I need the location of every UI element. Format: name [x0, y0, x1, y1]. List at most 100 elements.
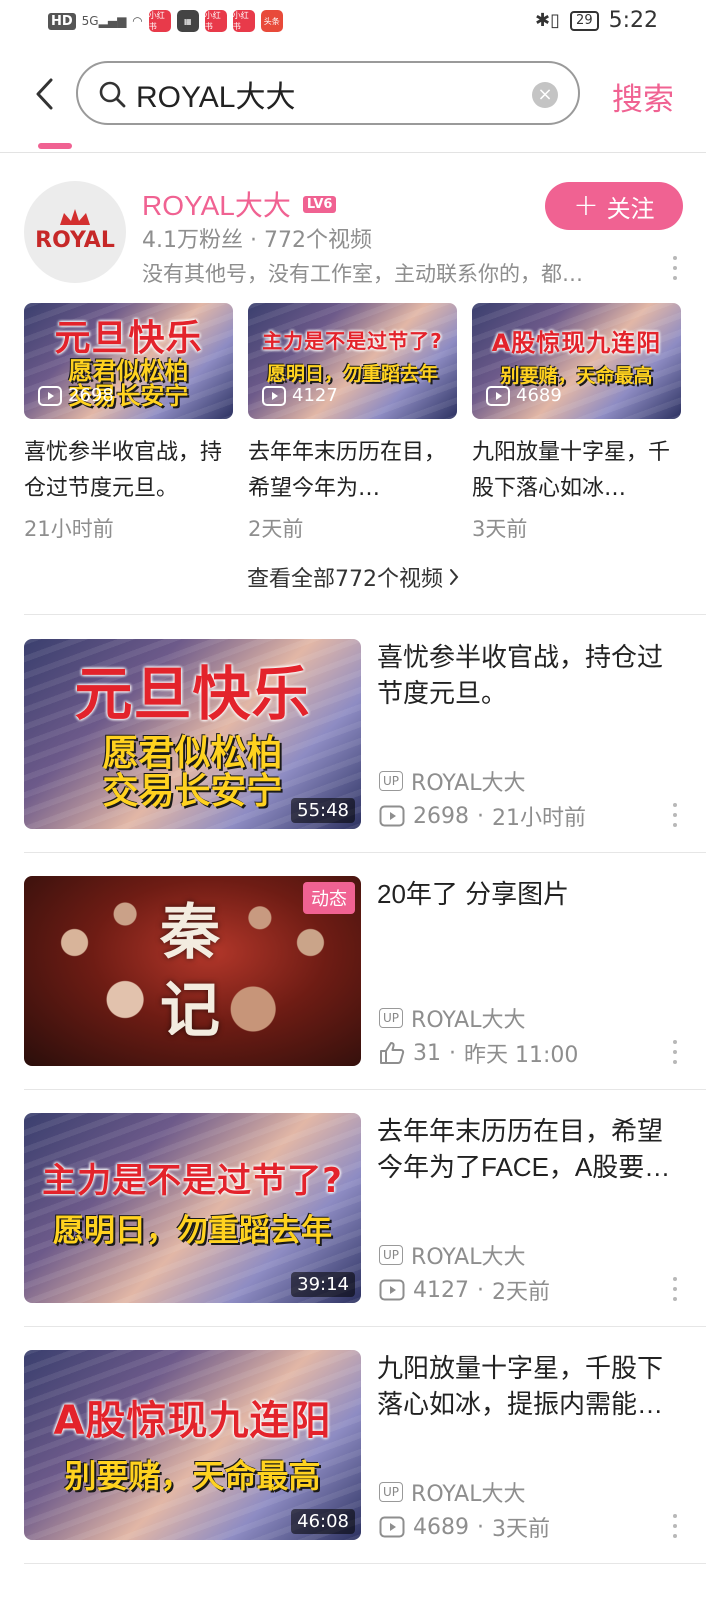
- strip-video-time: 3天前: [472, 517, 528, 541]
- plus-icon: +: [573, 188, 599, 223]
- play-icon: [262, 385, 286, 406]
- uploader-name: ROYAL大大: [411, 771, 526, 796]
- up-tag-icon: UP: [379, 1482, 404, 1502]
- play-count-value: 4127: [413, 1277, 469, 1303]
- hd-indicator: HD: [48, 12, 76, 30]
- divider: [24, 1089, 706, 1090]
- user-more-icon[interactable]: [671, 256, 679, 280]
- up-tag-icon: UP: [379, 1245, 404, 1265]
- video-thumbnail: 主力是不是过节了? 愿明日，勿重蹈去年 4127: [248, 303, 457, 419]
- status-bar-right: ✱▯ 29 5:22: [535, 8, 658, 33]
- publish-time: 21小时前: [492, 806, 586, 831]
- user-name-row: ROYAL大大 LV6: [142, 184, 337, 224]
- search-input[interactable]: [136, 75, 516, 113]
- publish-time: 2天前: [492, 1280, 550, 1305]
- search-button[interactable]: 搜索: [612, 74, 674, 119]
- notification-app-icon: 头条: [260, 10, 283, 32]
- notification-app-icon: ▦: [176, 10, 199, 32]
- feed-video-item[interactable]: 主力是不是过节了? 愿明日，勿重蹈去年 39:14 去年年末历历在目，希望今年为…: [24, 1113, 706, 1306]
- network-type: 5G: [81, 14, 99, 28]
- user-avatar[interactable]: ROYAL: [24, 181, 126, 283]
- status-bar-left: HD 5G▂▄▆ ◠ 小红书 ▦ 小红书 小红书 头条: [48, 10, 283, 32]
- user-name[interactable]: ROYAL大大: [142, 184, 291, 224]
- video-thumbnail: 元旦快乐 愿君似松柏 交易长安宁 2698: [24, 303, 233, 419]
- post-image: 秦记 动态: [24, 876, 361, 1066]
- uploader-name: ROYAL大大: [411, 1008, 526, 1033]
- strip-video-title: 去年年末历历在目，希望今年为…: [248, 440, 447, 501]
- follow-label: 关注: [606, 194, 655, 223]
- up-tag-icon: UP: [379, 1008, 404, 1028]
- up-tag-icon: UP: [379, 771, 404, 791]
- feed-item-uploader[interactable]: UP ROYAL大大: [379, 765, 525, 797]
- like-count: 31: [413, 1040, 441, 1066]
- royal-logo-icon: ROYAL: [35, 209, 115, 253]
- video-thumbnail: A股惊现九连阳 别要赌，天命最高 4689: [472, 303, 681, 419]
- divider: [24, 614, 706, 615]
- thumbnail-headline: A股惊现九连阳: [491, 329, 662, 357]
- feed-item-title: 20年了 分享图片: [377, 879, 570, 909]
- signal-icon: 5G▂▄▆: [81, 14, 127, 28]
- play-icon: [486, 385, 510, 406]
- play-count-value: 4689: [413, 1514, 469, 1540]
- more-options-icon[interactable]: [671, 1277, 679, 1301]
- play-icon: [38, 385, 62, 406]
- dynamic-tag: 动态: [303, 882, 355, 914]
- bluetooth-icon: ✱▯: [535, 10, 561, 31]
- play-count: 2698: [38, 385, 114, 406]
- active-tab-indicator: [38, 143, 72, 149]
- back-button[interactable]: [28, 74, 60, 114]
- thumbs-up-icon: [380, 1042, 405, 1064]
- feed-video-item[interactable]: A股惊现九连阳 别要赌，天命最高 46:08 九阳放量十字星，千股下落心如冰，提…: [24, 1350, 706, 1542]
- clear-search-icon[interactable]: ×: [532, 82, 558, 108]
- strip-video-time: 2天前: [248, 517, 304, 541]
- user-description: 没有其他号，没有工作室，主动联系你的，都…: [142, 262, 583, 286]
- play-count-value: 4127: [292, 385, 338, 406]
- divider: [24, 1563, 706, 1564]
- video-duration: 55:48: [291, 798, 355, 823]
- strip-video-title: 九阳放量十字星，千股下落心如冰…: [472, 440, 671, 501]
- play-count-value: 4689: [516, 385, 562, 406]
- feed-item-meta: 4127 · 2天前: [379, 1274, 550, 1306]
- video-thumbnail: 主力是不是过节了? 愿明日，勿重蹈去年 39:14: [24, 1113, 361, 1303]
- feed-item-meta: 2698 · 21小时前: [379, 800, 586, 832]
- feed-item-uploader[interactable]: UP ROYAL大大: [379, 1002, 525, 1034]
- feed-item-meta: 31 · 昨天 11:00: [379, 1037, 578, 1069]
- view-all-label: 查看全部772个视频: [247, 567, 443, 592]
- feed-item-uploader[interactable]: UP ROYAL大大: [379, 1476, 525, 1508]
- feed-item-title: 去年年末历历在目，希望今年为了FACE，A股要…: [377, 1116, 671, 1182]
- chevron-right-icon: [450, 569, 459, 585]
- more-options-icon[interactable]: [671, 1514, 679, 1538]
- strip-video-item[interactable]: A股惊现九连阳 别要赌，天命最高 4689 九阳放量十字星，千股下落心如冰… 3…: [472, 303, 681, 541]
- view-all-videos-link[interactable]: 查看全部772个视频: [0, 561, 706, 593]
- wifi-icon: ◠: [132, 14, 143, 28]
- more-options-icon[interactable]: [671, 1040, 679, 1064]
- thumbnail-headline: 主力是不是过节了?: [262, 329, 443, 353]
- play-count-value: 2698: [68, 385, 114, 406]
- thumbnail-subline: 愿明日，勿重蹈去年: [53, 1213, 332, 1249]
- publish-time: 3天前: [492, 1517, 550, 1542]
- level-badge: LV6: [302, 195, 337, 213]
- strip-video-time: 21小时前: [24, 517, 114, 541]
- uploader-name: ROYAL大大: [411, 1482, 526, 1507]
- play-count-icon: [379, 1516, 405, 1538]
- feed-item-uploader[interactable]: UP ROYAL大大: [379, 1239, 525, 1271]
- notification-app-icon: 小红书: [148, 10, 171, 32]
- divider: [24, 1326, 706, 1327]
- search-box[interactable]: ×: [76, 61, 580, 125]
- video-duration: 39:14: [291, 1272, 355, 1297]
- publish-time: 昨天 11:00: [464, 1043, 579, 1068]
- play-count-value: 2698: [413, 803, 469, 829]
- feed-dynamic-item[interactable]: 秦记 动态 20年了 分享图片 UP ROYAL大大 31 · 昨天 11:00: [24, 876, 706, 1069]
- strip-video-item[interactable]: 主力是不是过节了? 愿明日，勿重蹈去年 4127 去年年末历历在目，希望今年为……: [248, 303, 457, 541]
- more-options-icon[interactable]: [671, 803, 679, 827]
- follow-button[interactable]: + 关注: [545, 182, 683, 230]
- clock: 5:22: [608, 8, 658, 33]
- back-arrow-icon: [36, 78, 53, 110]
- strip-video-item[interactable]: 元旦快乐 愿君似松柏 交易长安宁 2698 喜忧参半收官战，持仓过节度元旦。 2…: [24, 303, 233, 541]
- video-thumbnail: A股惊现九连阳 别要赌，天命最高 46:08: [24, 1350, 361, 1540]
- play-count: 4689: [486, 385, 562, 406]
- thumbnail-subline: 愿明日，勿重蹈去年: [266, 363, 438, 385]
- header-divider: [0, 152, 706, 153]
- feed-video-item[interactable]: 元旦快乐 愿君似松柏 交易长安宁 55:48 喜忧参半收官战，持仓过节度元旦。 …: [24, 639, 706, 832]
- status-bar: HD 5G▂▄▆ ◠ 小红书 ▦ 小红书 小红书 头条 ✱▯ 29 5:22: [0, 0, 720, 44]
